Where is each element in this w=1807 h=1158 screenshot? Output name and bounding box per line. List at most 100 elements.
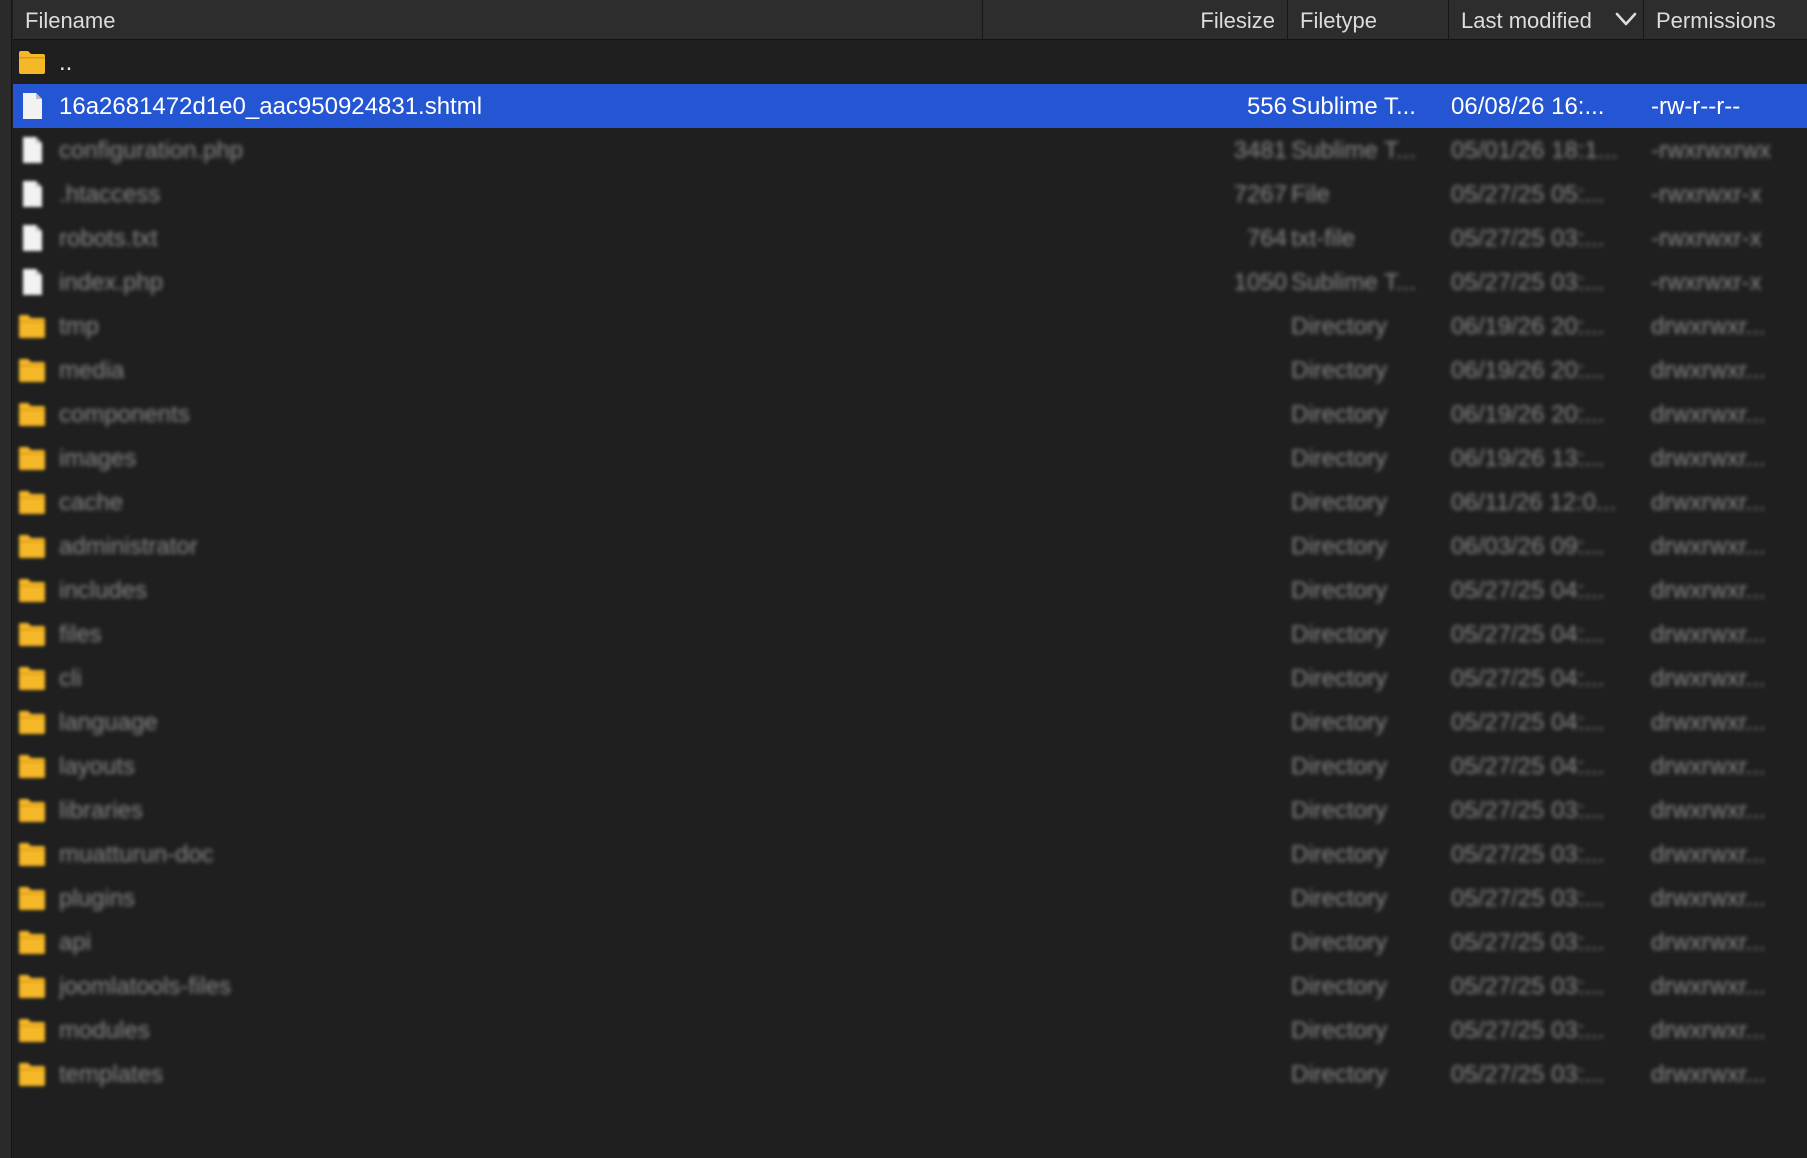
folder-icon [19,51,45,74]
file-permissions: drwxrwxr... [1651,357,1766,384]
file-type: Directory [1291,577,1388,604]
table-row[interactable]: files Directory 05/27/25 04:... drwxrwxr... [13,612,1807,656]
column-header-filesize[interactable]: Filesize [983,0,1288,40]
file-permissions: -rwxrwxr-x [1651,181,1762,208]
folder-icon [19,799,45,822]
file-permissions: -rwxrwxr-x [1651,269,1762,296]
file-icon [23,269,42,295]
file-type: Directory [1291,489,1388,516]
file-modified: 05/27/25 03:... [1451,1017,1605,1044]
file-name: plugins [59,885,136,912]
file-modified: 05/27/25 03:... [1451,1061,1605,1088]
folder-icon [19,447,45,470]
table-row[interactable]: joomlatools-files Directory 05/27/25 03:..… [13,964,1807,1008]
file-type: Directory [1291,841,1388,868]
file-name: administrator [59,533,198,560]
file-modified: 06/11/26 12:0... [1451,489,1617,516]
table-row[interactable]: muatturun-doc Directory 05/27/25 03:... drw… [13,832,1807,876]
table-row[interactable]: components Directory 06/19/26 20:... drwxrw… [13,392,1807,436]
file-size [993,40,1287,84]
file-modified: 05/27/25 04:... [1451,621,1605,648]
file-permissions [1651,40,1807,84]
file-name: libraries [59,797,144,824]
file-icon [23,93,42,119]
file-permissions: drwxrwxr... [1651,709,1766,736]
folder-icon [19,667,45,690]
file-permissions: drwxrwxr... [1651,313,1766,340]
file-name: modules [59,1017,150,1044]
file-modified: 05/27/25 04:... [1451,709,1605,736]
column-header-filetype[interactable]: Filetype [1288,0,1449,40]
file-name: components [59,401,190,428]
pane-splitter[interactable] [0,0,12,1158]
table-row[interactable]: configuration.php 3481 Sublime T... 05/01/2… [13,128,1807,172]
file-modified: 05/27/25 05:... [1451,181,1605,208]
file-size [993,1008,1287,1052]
folder-icon [19,843,45,866]
table-row[interactable]: .. [13,40,1807,84]
folder-icon [19,535,45,558]
folder-icon [19,931,45,954]
file-name: .. [59,49,73,76]
file-name: language [59,709,158,736]
file-permissions: drwxrwxr... [1651,753,1766,780]
table-row[interactable]: cache Directory 06/11/26 12:0... drwxrwxr..… [13,480,1807,524]
file-type: Directory [1291,709,1388,736]
file-size [993,1052,1287,1096]
folder-icon [19,887,45,910]
file-size [993,964,1287,1008]
table-row[interactable]: tmp Directory 06/19/26 20:... drwxrwxr... [13,304,1807,348]
file-name: media [59,357,125,384]
file-type: Directory [1291,973,1388,1000]
file-name: tmp [59,313,100,340]
file-modified: 05/27/25 03:... [1451,269,1605,296]
file-permissions: drwxrwxr... [1651,841,1766,868]
table-row[interactable]: libraries Directory 05/27/25 03:... drwxrwx… [13,788,1807,832]
table-row[interactable]: .htaccess 7267 File 05/27/25 05:... -rwxrwxr… [13,172,1807,216]
file-name: configuration.php [59,137,244,164]
column-header-last-modified[interactable]: Last modified [1449,0,1644,40]
table-row[interactable]: templates Directory 05/27/25 03:... drwxrwx… [13,1052,1807,1096]
file-permissions: drwxrwxr... [1651,797,1766,824]
folder-icon [19,975,45,998]
table-row[interactable]: layouts Directory 05/27/25 04:... drwxrwxr.… [13,744,1807,788]
table-row[interactable]: media Directory 06/19/26 20:... drwxrwxr... [13,348,1807,392]
table-row[interactable]: language Directory 05/27/25 04:... drwxrwxr… [13,700,1807,744]
file-size [993,920,1287,964]
file-modified: 05/27/25 04:... [1451,753,1605,780]
file-size [993,436,1287,480]
column-header-filename[interactable]: Filename [13,0,983,40]
table-row-selected[interactable]: 16a2681472d1e0_aac950924831.shtml 556 Subl… [13,84,1807,128]
file-icon [23,181,42,207]
column-header-permissions[interactable]: Permissions [1644,0,1807,40]
table-row[interactable]: modules Directory 05/27/25 03:... drwxrwxr.… [13,1008,1807,1052]
table-row[interactable]: cli Directory 05/27/25 04:... drwxrwxr... [13,656,1807,700]
file-permissions: drwxrwxr... [1651,929,1766,956]
folder-icon [19,711,45,734]
file-type: Directory [1291,797,1388,824]
table-row[interactable]: index.php 1050 Sublime T... 05/27/25 03:...… [13,260,1807,304]
file-name: images [59,445,137,472]
file-type: Directory [1291,357,1388,384]
table-row[interactable]: includes Directory 05/27/25 04:... drwxrwxr… [13,568,1807,612]
file-permissions: drwxrwxr... [1651,621,1766,648]
folder-icon [19,579,45,602]
file-name: files [59,621,102,648]
file-permissions: -rwxrwxr-x [1651,225,1762,252]
column-header-bar: Filename Filesize Filetype Last modified… [13,0,1807,40]
file-size: 764 [1246,225,1287,252]
folder-icon [19,403,45,426]
file-modified: 05/27/25 04:... [1451,577,1605,604]
table-row[interactable]: robots.txt 764 txt-file 05/27/25 03:... -rwx… [13,216,1807,260]
file-size: 556 [1246,93,1287,120]
table-row[interactable]: administrator Directory 06/03/26 09:... drw… [13,524,1807,568]
table-row[interactable]: plugins Directory 05/27/25 03:... drwxrwxr.… [13,876,1807,920]
file-permissions: drwxrwxr... [1651,1017,1766,1044]
table-row[interactable]: api Directory 05/27/25 03:... drwxrwxr... [13,920,1807,964]
file-name: robots.txt [59,225,158,252]
table-row[interactable]: images Directory 06/19/26 13:... drwxrwxr..… [13,436,1807,480]
file-name: includes [59,577,148,604]
file-size: 7267 [1233,181,1287,208]
file-icon [23,225,42,251]
file-type: File [1291,181,1330,208]
